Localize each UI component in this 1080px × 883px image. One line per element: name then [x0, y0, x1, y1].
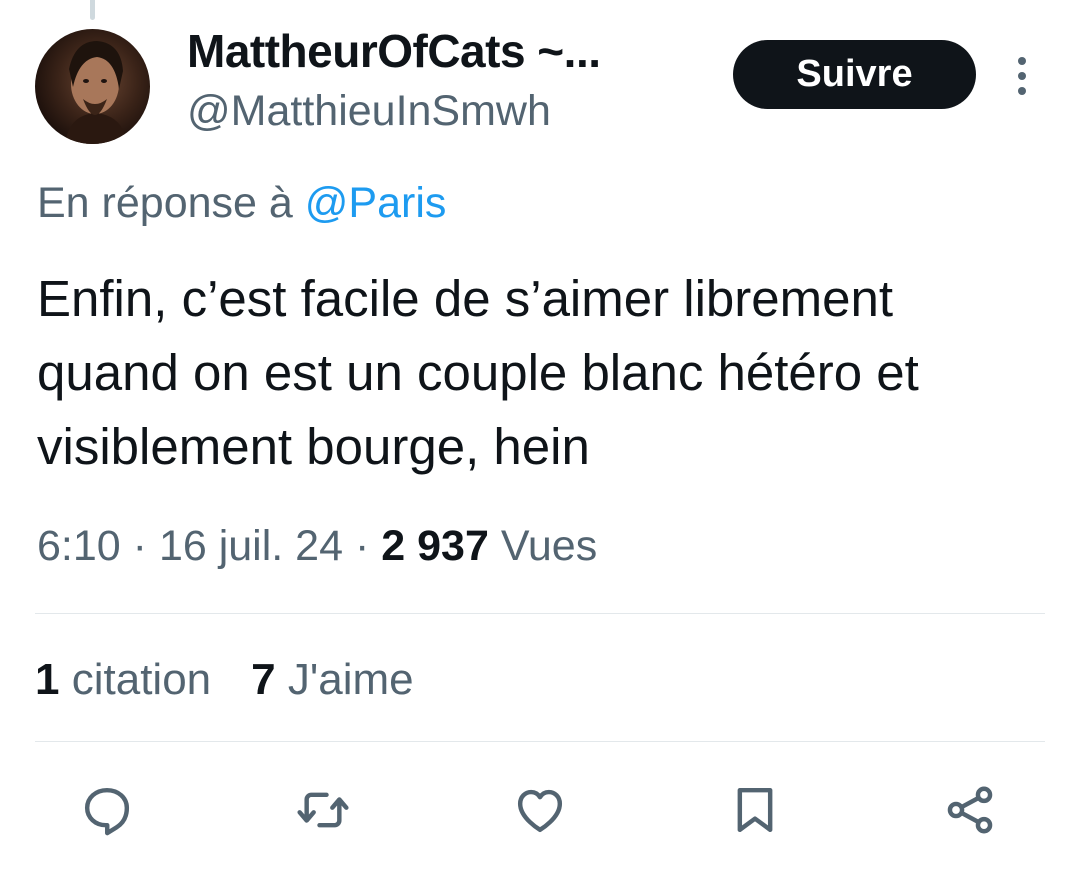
meta-separator: · — [132, 522, 147, 570]
meta-separator: · — [354, 522, 370, 570]
heart-icon — [517, 789, 563, 833]
author-display-name[interactable]: MattheurOfCats ~... — [187, 24, 601, 78]
thread-line — [90, 0, 95, 20]
tweet-stats: 1 citation 7 J'aime — [35, 655, 414, 705]
quotes-stat[interactable]: 1 citation — [35, 655, 211, 705]
more-vertical-icon — [1018, 57, 1026, 95]
likes-count: 7 — [251, 655, 276, 704]
reply-context: En réponse à @Paris — [37, 179, 446, 228]
author-handle[interactable]: @MatthieuInSmwh — [187, 87, 551, 136]
tweet-date[interactable]: 16 juil. 24 — [159, 522, 343, 570]
retweet-button[interactable] — [288, 775, 358, 845]
reply-button[interactable] — [72, 775, 142, 845]
more-options-button[interactable] — [1004, 54, 1040, 98]
tweet-meta: 6:10 · 16 juil. 24 · 2 937 Vues — [37, 522, 597, 571]
follow-button[interactable]: Suivre — [733, 40, 976, 109]
divider — [35, 741, 1045, 742]
views-count: 2 937 — [381, 522, 489, 570]
bookmark-button[interactable] — [720, 775, 790, 845]
bookmark-icon — [737, 787, 773, 833]
views-label: Vues — [500, 522, 598, 570]
avatar[interactable] — [35, 29, 150, 144]
retweet-icon — [297, 792, 349, 828]
quotes-label: citation — [71, 655, 212, 704]
likes-label: J'aime — [287, 655, 414, 704]
reply-icon — [84, 787, 130, 836]
divider — [35, 613, 1045, 614]
action-bar — [0, 775, 1080, 845]
reply-mention-link[interactable]: @Paris — [305, 179, 447, 227]
quotes-count: 1 — [35, 655, 60, 704]
share-button[interactable] — [935, 775, 1005, 845]
tweet-text: Enfin, c’est facile de s’aimer librement… — [37, 270, 919, 475]
avatar-image — [65, 41, 127, 144]
like-button[interactable] — [505, 775, 575, 845]
reply-prefix: En réponse à — [37, 179, 293, 227]
likes-stat[interactable]: 7 J'aime — [251, 655, 414, 705]
tweet-time[interactable]: 6:10 — [37, 522, 121, 570]
share-icon — [947, 786, 993, 834]
